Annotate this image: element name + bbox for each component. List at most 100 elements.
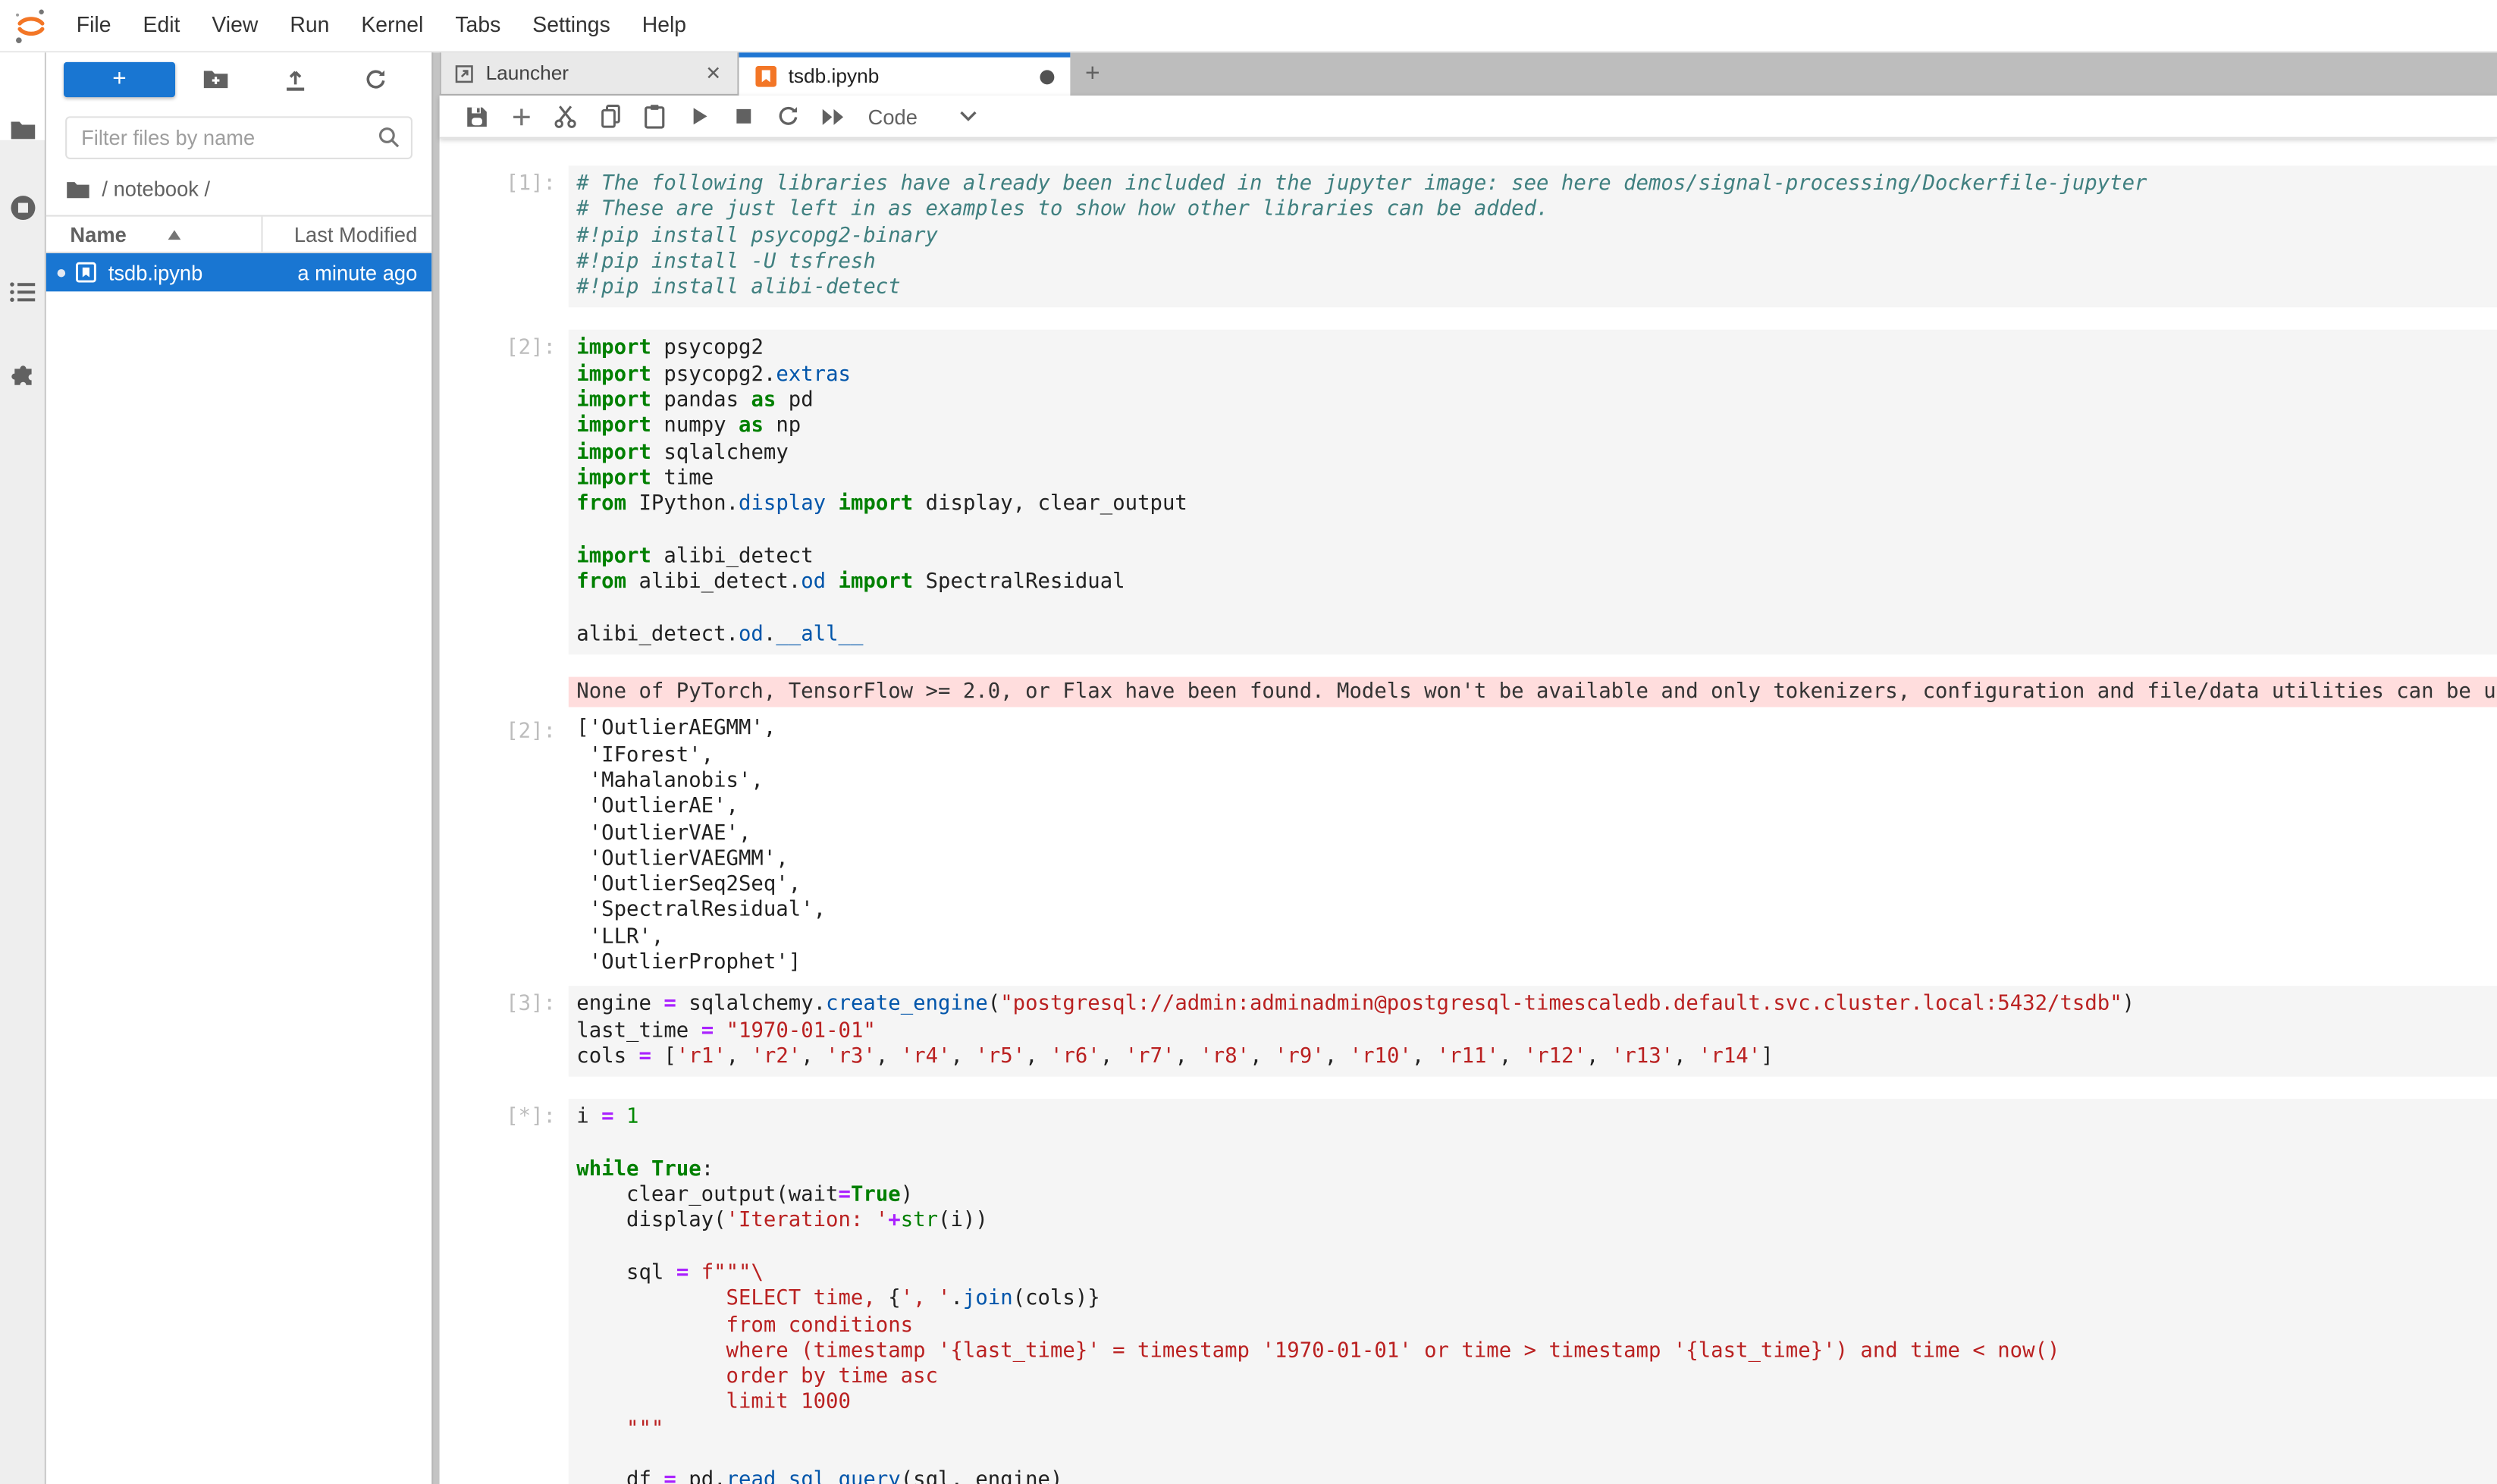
code-line: display('Iteration: '+str(i)): [576, 1209, 2491, 1235]
code-line: from conditions: [576, 1313, 2491, 1339]
menubar: FileEditViewRunKernelTabsSettingsHelp: [0, 0, 2497, 52]
cell-editor[interactable]: i = 1 while True: clear_output(wait=True…: [569, 1100, 2497, 1484]
upload-icon: [284, 66, 308, 92]
code-line: from IPython.display import display, cle…: [576, 493, 2491, 519]
breadcrumb[interactable]: / notebook /: [46, 159, 431, 215]
code-line: clear_output(wait=True): [576, 1184, 2491, 1209]
activity-bar: [0, 52, 46, 1484]
code-line: import psycopg2.extras: [576, 362, 2491, 388]
code-line: [576, 519, 2491, 544]
save-button[interactable]: [454, 96, 499, 137]
restart-run-all-button[interactable]: [811, 96, 855, 137]
close-icon[interactable]: ✕: [702, 62, 725, 84]
running-kernels-tab[interactable]: [0, 194, 46, 221]
code-cell: [*]:i = 1 while True: clear_output(wait=…: [440, 1100, 2497, 1484]
cell-prompt: [2]:: [440, 331, 569, 655]
cell-editor[interactable]: import psycopg2import psycopg2.extrasimp…: [569, 331, 2497, 655]
cell-prompt: [440, 677, 569, 708]
file-row-tsdb[interactable]: tsdb.ipynb a minute ago: [46, 253, 431, 291]
notebook-icon: [755, 65, 777, 87]
refresh-button[interactable]: [335, 66, 416, 92]
code-line: [576, 596, 2491, 622]
menu-item-tabs[interactable]: Tabs: [439, 0, 516, 51]
filter-files-box: [65, 116, 413, 159]
tab-tsdb-notebook[interactable]: tsdb.ipynb: [739, 52, 1071, 96]
menu-item-settings[interactable]: Settings: [516, 0, 626, 51]
run-icon: [688, 105, 710, 127]
tab-launcher[interactable]: Launcher ✕: [440, 52, 739, 96]
code-line: order by time asc: [576, 1365, 2491, 1391]
code-line: 'OutlierVAE',: [576, 821, 2491, 847]
menu-item-help[interactable]: Help: [626, 0, 702, 51]
code-line: ['OutlierAEGMM',: [576, 717, 2491, 743]
code-line: i = 1: [576, 1106, 2491, 1131]
notebook-content[interactable]: [1]:# The following libraries have alrea…: [440, 139, 2497, 1484]
cut-cells-button[interactable]: [543, 96, 588, 137]
code-cell: [3]:engine = sqlalchemy.create_engine("p…: [440, 987, 2497, 1077]
execute-result-output: [2]: ['OutlierAEGMM', 'IForest', 'Mahalan…: [440, 714, 2497, 977]
code-line: import alibi_detect: [576, 544, 2491, 570]
cell-type-select[interactable]: Code: [868, 105, 918, 129]
code-line: # These are just left in as examples to …: [576, 198, 2491, 224]
add-cell-button[interactable]: [498, 96, 543, 137]
code-line: while True:: [576, 1157, 2491, 1183]
code-cell: [2]:import psycopg2import psycopg2.extra…: [440, 331, 2497, 655]
tab-label: tsdb.ipynb: [789, 65, 1040, 87]
code-line: import pandas as pd: [576, 389, 2491, 415]
notebook-toolbar: Code: [440, 96, 2497, 139]
file-listing-header: Name Last Modified: [46, 215, 431, 253]
cell-editor[interactable]: # The following libraries have already b…: [569, 165, 2497, 308]
modified-column-header[interactable]: Last Modified: [263, 222, 432, 246]
code-line: #!pip install alibi-detect: [576, 276, 2491, 302]
cell-editor[interactable]: engine = sqlalchemy.create_engine("postg…: [569, 987, 2497, 1077]
code-line: """: [576, 1417, 2491, 1443]
filter-files-input[interactable]: [65, 116, 413, 159]
folder-icon: [65, 177, 91, 199]
copy-cells-button[interactable]: [588, 96, 632, 137]
new-tab-button[interactable]: +: [1070, 52, 1115, 96]
interrupt-kernel-button[interactable]: [721, 96, 766, 137]
stderr-output: None of PyTorch, TensorFlow >= 2.0, or F…: [440, 677, 2497, 708]
run-cell-button[interactable]: [677, 96, 722, 137]
menu-item-run[interactable]: Run: [274, 0, 345, 51]
code-line: # The following libraries have already b…: [576, 172, 2491, 198]
sidebar-resize-handle[interactable]: [431, 52, 440, 1484]
restart-kernel-button[interactable]: [766, 96, 811, 137]
output-prompt: [2]:: [440, 714, 569, 977]
extensions-tab[interactable]: [0, 365, 46, 392]
warning-message: None of PyTorch, TensorFlow >= 2.0, or F…: [569, 677, 2497, 708]
menu-item-edit[interactable]: Edit: [127, 0, 196, 51]
table-of-contents-tab[interactable]: [0, 281, 46, 305]
code-cell: [1]:# The following libraries have alrea…: [440, 165, 2497, 308]
table-of-contents-icon: [10, 281, 37, 305]
code-line: df = pd.read_sql_query(sql, engine): [576, 1469, 2491, 1484]
file-browser-tab[interactable]: [0, 118, 46, 142]
file-browser-toolbar: +: [46, 52, 431, 105]
code-line: cols = ['r1', 'r2', 'r3', 'r4', 'r5', 'r…: [576, 1045, 2491, 1071]
code-line: 'LLR',: [576, 925, 2491, 951]
code-line: #!pip install -U tsfresh: [576, 250, 2491, 276]
jupyterlab-window: FileEditViewRunKernelTabsSettingsHelp: [0, 0, 2497, 1484]
sort-ascending-icon: [168, 228, 182, 240]
code-line: SELECT time, {', '.join(cols)}: [576, 1288, 2491, 1313]
menu-item-kernel[interactable]: Kernel: [345, 0, 439, 51]
code-line: alibi_detect.od.__all__: [576, 623, 2491, 648]
notebook-icon: [75, 261, 97, 283]
paste-cells-button[interactable]: [632, 96, 677, 137]
code-line: where (timestamp '{last_time}' = timesta…: [576, 1339, 2491, 1365]
chevron-down-icon[interactable]: [959, 110, 978, 123]
code-line: [576, 1443, 2491, 1469]
file-modified: a minute ago: [202, 260, 431, 284]
code-line: 'SpectralResidual',: [576, 899, 2491, 924]
new-launcher-button[interactable]: +: [64, 61, 175, 96]
upload-button[interactable]: [256, 66, 336, 92]
new-folder-button[interactable]: [175, 67, 256, 91]
code-line: 'OutlierSeq2Seq',: [576, 873, 2491, 899]
name-column-header[interactable]: Name: [46, 217, 263, 252]
menu-item-file[interactable]: File: [61, 0, 127, 51]
menu-item-view[interactable]: View: [196, 0, 274, 51]
code-line: 'IForest',: [576, 743, 2491, 769]
code-line: [576, 1131, 2491, 1157]
code-line: engine = sqlalchemy.create_engine("postg…: [576, 993, 2491, 1018]
code-line: 'Mahalanobis',: [576, 769, 2491, 795]
